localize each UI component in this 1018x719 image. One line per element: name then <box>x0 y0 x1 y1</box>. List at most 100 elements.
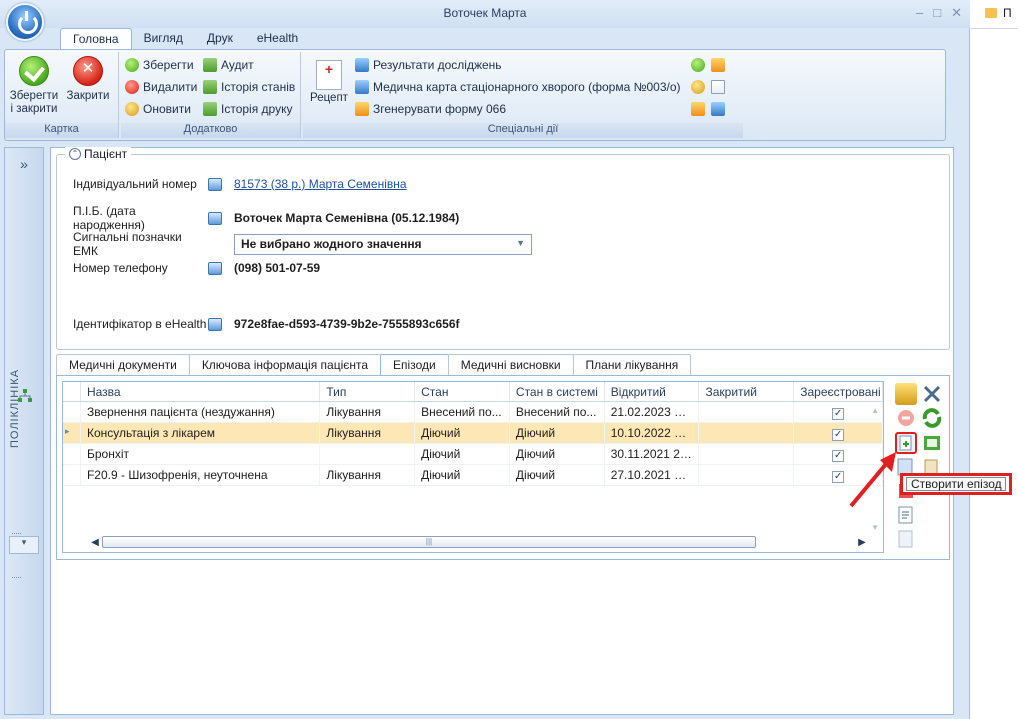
background-folder-item[interactable]: П <box>985 6 1012 20</box>
tools-icon[interactable] <box>921 383 943 405</box>
scroll-down-arrow-icon[interactable]: ▼ <box>871 523 879 532</box>
ribbon-tab-ehealth[interactable]: eHealth <box>245 28 310 50</box>
save-button[interactable]: Зберегти <box>125 58 194 72</box>
refresh-button[interactable]: Оновити <box>125 102 191 116</box>
scroll-left-arrow-icon[interactable]: ◀ <box>88 537 102 548</box>
patient-group-legend[interactable]: ⌃ Пацієнт <box>65 147 132 161</box>
registered-checkbox[interactable]: ✓ <box>832 429 845 441</box>
side-panel-label[interactable]: ПОЛІКЛІНІКА <box>9 369 21 448</box>
window-title: Воточек Марта <box>443 6 527 20</box>
registered-checkbox[interactable]: ✓ <box>832 471 845 483</box>
name-card-icon[interactable] <box>208 211 222 225</box>
phone-card-icon[interactable] <box>208 261 222 275</box>
delete-button[interactable]: Видалити <box>125 80 197 94</box>
tab-treatment-plans[interactable]: Плани лікування <box>572 354 692 376</box>
folder-icon <box>985 8 997 18</box>
column-header-state[interactable]: Стан <box>415 382 510 401</box>
sync-icon[interactable] <box>921 407 943 429</box>
ribbon-tab-print[interactable]: Друк <box>195 28 245 50</box>
state-history-button[interactable]: Історія станів <box>203 80 295 94</box>
table-row[interactable]: Звернення пацієнта (нездужання) Лікуванн… <box>63 402 883 423</box>
app-window: Воточек Марта – □ ✕ Головна Вигляд Друк … <box>0 0 970 719</box>
audit-button[interactable]: Аудит <box>203 58 254 72</box>
recipe-button[interactable]: Рецепт <box>307 60 351 105</box>
ribbon-tabs: Головна Вигляд Друк eHealth <box>60 28 310 50</box>
ribbon-group-special: Рецепт Результати досліджень Медична кар… <box>303 52 743 138</box>
group-label-additional: Додатково <box>121 123 300 138</box>
side-panel-dropdown-button[interactable]: ▾ <box>9 536 39 554</box>
scrollbar-thumb[interactable]: ||| <box>102 536 756 548</box>
calculator-icon[interactable] <box>711 80 725 94</box>
chevron-down-icon[interactable]: ▼ <box>516 238 525 248</box>
generate-form-button[interactable]: Згенерувати форму 066 <box>355 102 506 116</box>
save-and-close-button[interactable]: Зберегти і закрити <box>9 56 59 116</box>
disabled-episode-icon[interactable] <box>895 528 917 550</box>
phone-number: (098) 501-07-59 <box>234 261 321 275</box>
horizontal-scrollbar[interactable]: ◀ ||| ▶ <box>88 535 869 549</box>
scroll-up-arrow-icon[interactable]: ▲ <box>871 406 879 415</box>
print-history-icon <box>203 102 217 116</box>
row-indicator-icon: ▸ <box>63 423 81 443</box>
minimize-button[interactable]: – <box>916 5 923 21</box>
save-check-icon <box>19 56 49 86</box>
app-menu-orb-icon[interactable] <box>6 3 44 41</box>
patient-full-name: Воточек Марта Семенівна (05.12.1984) <box>234 211 460 225</box>
close-button[interactable]: Закрити <box>63 56 113 103</box>
ehealth-card-icon[interactable] <box>208 317 222 331</box>
screen-icon[interactable] <box>711 102 725 116</box>
audit-icon <box>203 58 217 72</box>
ribbon-tab-home[interactable]: Головна <box>60 28 132 50</box>
table-row-selected[interactable]: ▸ Консультація з лікарем Лікування Діючи… <box>63 423 883 444</box>
tab-key-info[interactable]: Ключова інформація пацієнта <box>188 354 382 376</box>
folder-icon[interactable] <box>711 58 725 72</box>
table-row[interactable]: F20.9 - Шизофренія, неуточнена Лікування… <box>63 465 883 486</box>
delete-icon <box>125 80 139 94</box>
close-x-icon <box>73 56 103 86</box>
registered-checkbox[interactable]: ✓ <box>832 408 845 420</box>
column-header-registered[interactable]: Зареєстровані <box>794 382 883 401</box>
save-icon <box>125 58 139 72</box>
ribbon-tab-view[interactable]: Вигляд <box>132 28 195 50</box>
person-folder-icon[interactable] <box>691 102 705 116</box>
print-history-button[interactable]: Історія друку <box>203 102 292 116</box>
table-row[interactable]: Бронхіт Діючий Діючий 30.11.2021 2:00 ✓ <box>63 444 883 465</box>
close-window-button[interactable]: ✕ <box>951 5 962 21</box>
expand-panel-chevron-icon[interactable]: » <box>5 156 43 172</box>
maximize-button[interactable]: □ <box>933 5 941 21</box>
column-header-closed[interactable]: Закритий <box>699 382 795 401</box>
state-history-icon <box>203 80 217 94</box>
export-episode-icon[interactable] <box>921 432 943 454</box>
column-header-system-state[interactable]: Стан в системі <box>510 382 605 401</box>
archive-icon[interactable] <box>895 383 917 405</box>
ribbon-group-additional: Зберегти Видалити Оновити Аудит Історія … <box>121 52 301 138</box>
individual-number-row: Індивідуальний номер 81573 (38 р.) Марта… <box>73 177 407 191</box>
scroll-right-arrow-icon[interactable]: ▶ <box>855 537 869 548</box>
registered-checkbox[interactable]: ✓ <box>832 450 845 462</box>
medical-card-button[interactable]: Медична карта стаціонарного хворого (фор… <box>355 80 681 94</box>
patient-group: ⌃ Пацієнт Індивідуальний номер 81573 (38… <box>56 147 950 350</box>
badge-icon[interactable] <box>691 80 705 94</box>
microscope-icon <box>355 58 369 72</box>
research-results-button[interactable]: Результати досліджень <box>355 58 502 72</box>
window-controls: – □ ✕ <box>916 5 962 21</box>
globe-icon[interactable] <box>691 58 705 72</box>
column-header-type[interactable]: Тип <box>320 382 416 401</box>
phone-row: Номер телефону (098) 501-07-59 <box>73 261 321 275</box>
delete-episode-icon[interactable] <box>895 407 917 429</box>
form-icon <box>355 102 369 116</box>
main-content: ⌃ Пацієнт Індивідуальний номер 81573 (38… <box>50 147 954 715</box>
tab-episodes[interactable]: Епізоди <box>380 354 449 376</box>
column-header-name[interactable]: Назва <box>81 382 321 401</box>
column-header-opened[interactable]: Відкритий <box>605 382 700 401</box>
id-card-icon[interactable] <box>208 177 222 191</box>
create-episode-tooltip: Створити епізод <box>900 473 1012 495</box>
individual-number-link[interactable]: 81573 (38 р.) Марта Семенівна <box>234 177 407 191</box>
signals-row: Сигнальні позначки ЕМК Не вибрано жодног… <box>73 230 532 258</box>
collapse-icon[interactable]: ⌃ <box>69 148 81 160</box>
group-label-card: Картка <box>5 123 118 138</box>
signals-combobox[interactable]: Не вибрано жодного значення ▼ <box>234 233 532 255</box>
tab-medical-conclusions[interactable]: Медичні висновки <box>447 354 574 376</box>
refresh-icon <box>125 102 139 116</box>
tab-medical-documents[interactable]: Медичні документи <box>56 354 190 376</box>
record-tabs: Медичні документи Ключова інформація пац… <box>56 354 692 376</box>
